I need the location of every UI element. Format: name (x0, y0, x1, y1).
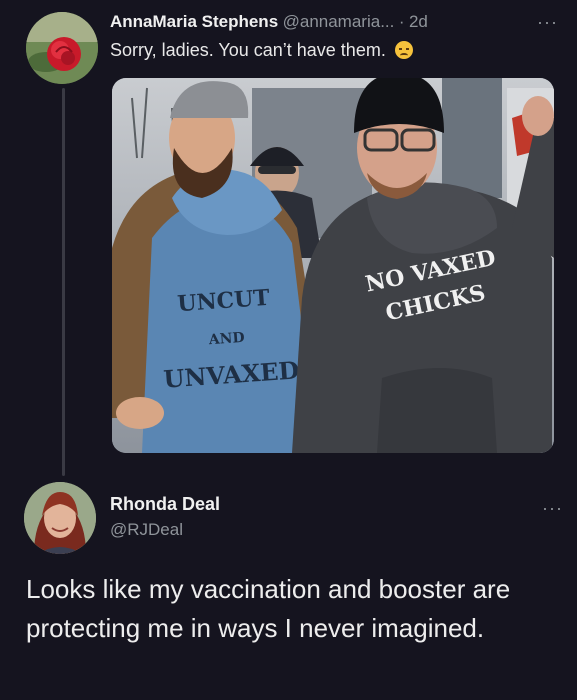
reply-text: Looks like my vaccination and booster ar… (26, 574, 511, 643)
original-tweet[interactable]: AnnaMaria Stephens @annamaria... · 2d ··… (0, 0, 577, 470)
photo-two-men-hoodies: UNCUT AND UNVAXED NO VAXED CHICKS (112, 78, 554, 453)
timestamp[interactable]: 2d (409, 12, 428, 31)
avatar[interactable] (24, 482, 96, 554)
avatar[interactable] (26, 12, 98, 84)
disappointed-face-icon (394, 41, 413, 59)
more-options-icon[interactable]: ··· (537, 12, 558, 33)
tweet-photo[interactable]: UNCUT AND UNVAXED NO VAXED CHICKS (112, 78, 554, 453)
author-handle[interactable]: @RJDeal (110, 520, 183, 540)
tweet-text: Sorry, ladies. You can’t have them. (110, 40, 413, 61)
tweet-header: AnnaMaria Stephens @annamaria... · 2d ··… (110, 12, 570, 38)
avatar-woman-image (24, 482, 96, 554)
left-shirt-text-2: AND (207, 330, 245, 349)
author-name[interactable]: AnnaMaria Stephens (110, 12, 278, 31)
more-options-icon[interactable]: ··· (542, 498, 563, 519)
tweet-text-content: Sorry, ladies. You can’t have them. (110, 40, 386, 60)
avatar-rose-image (26, 12, 98, 84)
separator-dot: · (398, 12, 405, 31)
author-name[interactable]: Rhonda Deal (110, 494, 220, 515)
author-handle[interactable]: @annamaria... (283, 12, 395, 31)
reply-tweet[interactable]: Rhonda Deal @RJDeal ··· Looks like my va… (0, 470, 577, 700)
